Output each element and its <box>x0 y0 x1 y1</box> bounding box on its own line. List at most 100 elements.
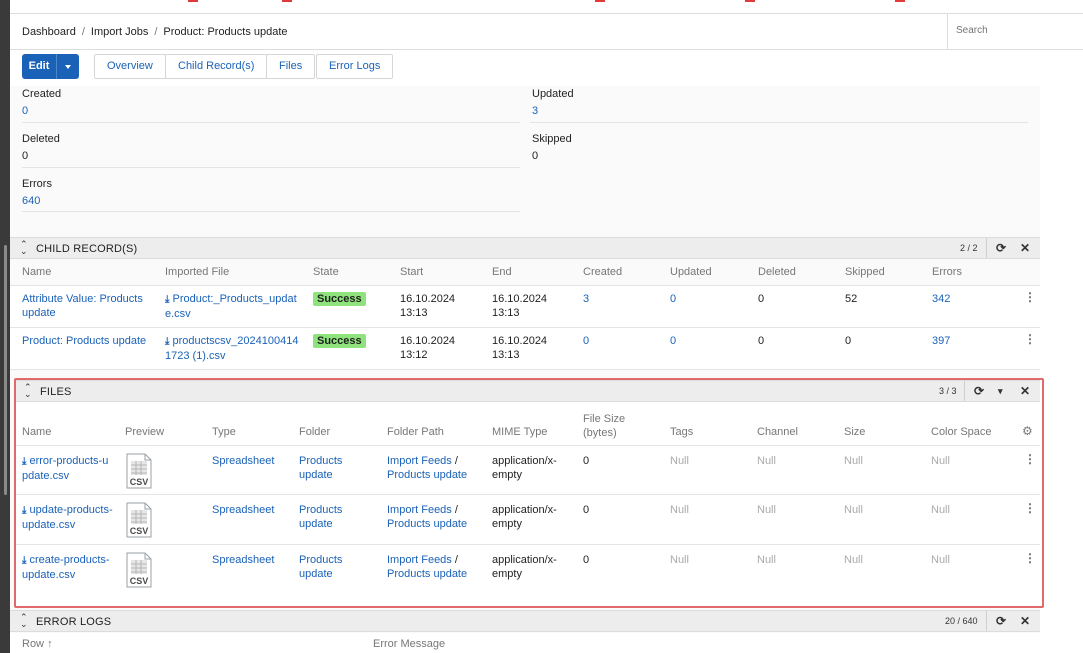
chevron-up-down-icon[interactable]: ⌃ ⌄ <box>20 613 28 629</box>
column-header-name[interactable]: Name <box>22 266 51 278</box>
close-icon[interactable]: ✕ <box>1020 614 1030 628</box>
caret-down-icon[interactable]: ▾ <box>998 386 1003 397</box>
refresh-icon[interactable]: ⟳ <box>996 241 1006 255</box>
child-records-title: CHILD RECORD(S) <box>36 243 138 255</box>
stat-errors-value[interactable]: 640 <box>22 195 508 207</box>
column-header-mime-type[interactable]: MIME Type <box>492 426 547 438</box>
file-type-link[interactable]: Spreadsheet <box>212 503 274 517</box>
column-header-type[interactable]: Type <box>212 426 236 438</box>
updated-count[interactable]: 0 <box>670 334 676 348</box>
column-header-errors[interactable]: Errors <box>932 266 962 278</box>
child-records-table: Name Imported File State Start End Creat… <box>10 260 1040 378</box>
stat-created: Created 0 <box>10 86 520 131</box>
column-header-deleted[interactable]: Deleted <box>758 266 796 278</box>
column-header-name[interactable]: Name <box>22 426 51 438</box>
stat-updated: Updated 3 <box>520 86 1040 131</box>
child-record-name[interactable]: Attribute Value: Products update <box>22 292 143 320</box>
stat-created-value[interactable]: 0 <box>22 105 508 117</box>
toolbar: Edit Overview Child Record(s) Files Erro… <box>10 50 1040 86</box>
column-header-end[interactable]: End <box>492 266 512 278</box>
folder-link[interactable]: Products update <box>299 553 342 581</box>
color-space-value: Null <box>931 554 950 566</box>
file-type-link[interactable]: Spreadsheet <box>212 553 274 567</box>
edit-button[interactable]: Edit <box>22 54 57 79</box>
child-records-button[interactable]: Child Record(s) <box>165 54 268 79</box>
error-logs-table: Row ↑ Error Message <box>10 633 1040 653</box>
file-size: 0 <box>583 455 590 467</box>
scrollbar-thumb[interactable] <box>4 245 7 495</box>
child-records-panel-header[interactable]: ⌃ ⌄ CHILD RECORD(S) 2 / 2 ⟳ ✕ <box>10 237 1040 259</box>
column-header-tags[interactable]: Tags <box>670 426 693 438</box>
stat-updated-value[interactable]: 3 <box>532 105 1028 117</box>
error-logs-button[interactable]: Error Logs <box>316 54 394 79</box>
errors-count[interactable]: 397 <box>932 334 950 348</box>
edit-dropdown-toggle[interactable] <box>57 54 79 79</box>
column-header-error-message[interactable]: Error Message <box>373 638 445 650</box>
column-header-color-space[interactable]: Color Space <box>931 426 992 438</box>
size-value: Null <box>844 504 863 516</box>
column-header-created[interactable]: Created <box>583 266 622 278</box>
breadcrumb-import-jobs[interactable]: Import Jobs <box>91 26 148 38</box>
column-header-file-size[interactable]: File Size (bytes) <box>583 412 625 440</box>
table-row: ⤓ update-products-update.csv CSV Spreads… <box>14 495 1040 545</box>
child-record-file[interactable]: ⤓ Product:_Products_updat e.csv <box>165 292 297 321</box>
child-record-name[interactable]: Product: Products update <box>22 334 146 348</box>
child-record-file[interactable]: ⤓ productscsv_2024100414 1723 (1).csv <box>165 334 298 363</box>
refresh-icon[interactable]: ⟳ <box>996 614 1006 628</box>
column-header-row[interactable]: Row ↑ <box>22 638 53 650</box>
folder-link[interactable]: Products update <box>299 503 342 531</box>
kebab-menu-icon[interactable]: ⋮ <box>1024 290 1036 304</box>
kebab-menu-icon[interactable]: ⋮ <box>1024 501 1036 515</box>
column-header-folder-path[interactable]: Folder Path <box>387 426 444 438</box>
close-icon[interactable]: ✕ <box>1020 241 1030 255</box>
column-header-state[interactable]: State <box>313 266 339 278</box>
csv-file-icon[interactable]: CSV <box>126 502 152 538</box>
column-header-start[interactable]: Start <box>400 266 423 278</box>
stat-skipped: Skipped 0 <box>520 131 1040 176</box>
csv-file-icon[interactable]: CSV <box>126 552 152 588</box>
column-header-folder[interactable]: Folder <box>299 426 330 438</box>
column-header-size[interactable]: Size <box>844 426 865 438</box>
created-count[interactable]: 0 <box>583 334 589 348</box>
file-name-link[interactable]: ⤓ error-products-u pdate.csv <box>22 454 108 483</box>
column-header-updated[interactable]: Updated <box>670 266 712 278</box>
overview-button[interactable]: Overview <box>94 54 166 79</box>
column-header-imported-file[interactable]: Imported File <box>165 266 229 278</box>
chevron-up-down-icon[interactable]: ⌃ ⌄ <box>24 383 32 399</box>
marker <box>895 0 905 2</box>
refresh-icon[interactable]: ⟳ <box>974 384 984 398</box>
tags-value: Null <box>670 455 689 467</box>
kebab-menu-icon[interactable]: ⋮ <box>1024 551 1036 565</box>
file-type-link[interactable]: Spreadsheet <box>212 454 274 468</box>
top-strip <box>10 0 1083 13</box>
gear-icon[interactable]: ⚙ <box>1022 424 1033 438</box>
updated-count[interactable]: 0 <box>670 292 676 306</box>
download-icon: ⤓ <box>165 294 170 305</box>
chevron-up-down-icon[interactable]: ⌃ ⌄ <box>20 240 28 256</box>
close-icon[interactable]: ✕ <box>1020 384 1030 398</box>
column-header-skipped[interactable]: Skipped <box>845 266 885 278</box>
column-header-channel[interactable]: Channel <box>757 426 798 438</box>
breadcrumb-separator: / <box>154 26 158 38</box>
file-name-link[interactable]: ⤓ create-products-update.csv <box>22 553 110 582</box>
files-panel-header[interactable]: ⌃ ⌄ FILES 3 / 3 ⟳ ▾ ✕ <box>14 380 1040 402</box>
tags-value: Null <box>670 554 689 566</box>
stat-created-label: Created <box>22 88 62 100</box>
csv-file-icon[interactable]: CSV <box>126 453 152 489</box>
error-logs-panel-header[interactable]: ⌃ ⌄ ERROR LOGS 20 / 640 ⟳ ✕ <box>10 610 1040 632</box>
table-row: Attribute Value: Products update ⤓ Produc… <box>10 285 1040 328</box>
file-name-link[interactable]: ⤓ update-products-update.csv <box>22 503 113 532</box>
search-input[interactable] <box>956 25 1076 36</box>
kebab-menu-icon[interactable]: ⋮ <box>1024 452 1036 466</box>
breadcrumb-dashboard[interactable]: Dashboard <box>22 26 76 38</box>
file-size: 0 <box>583 554 590 566</box>
errors-count[interactable]: 342 <box>932 292 950 306</box>
table-row: Product: Products update ⤓ productscsv_2… <box>10 328 1040 370</box>
kebab-menu-icon[interactable]: ⋮ <box>1024 332 1036 346</box>
files-button[interactable]: Files <box>266 54 316 79</box>
folder-path: Import Feeds / Products update <box>387 554 468 580</box>
folder-link[interactable]: Products update <box>299 454 342 482</box>
created-count[interactable]: 3 <box>583 292 589 306</box>
file-size: 0 <box>583 504 590 516</box>
tags-value: Null <box>670 504 689 516</box>
